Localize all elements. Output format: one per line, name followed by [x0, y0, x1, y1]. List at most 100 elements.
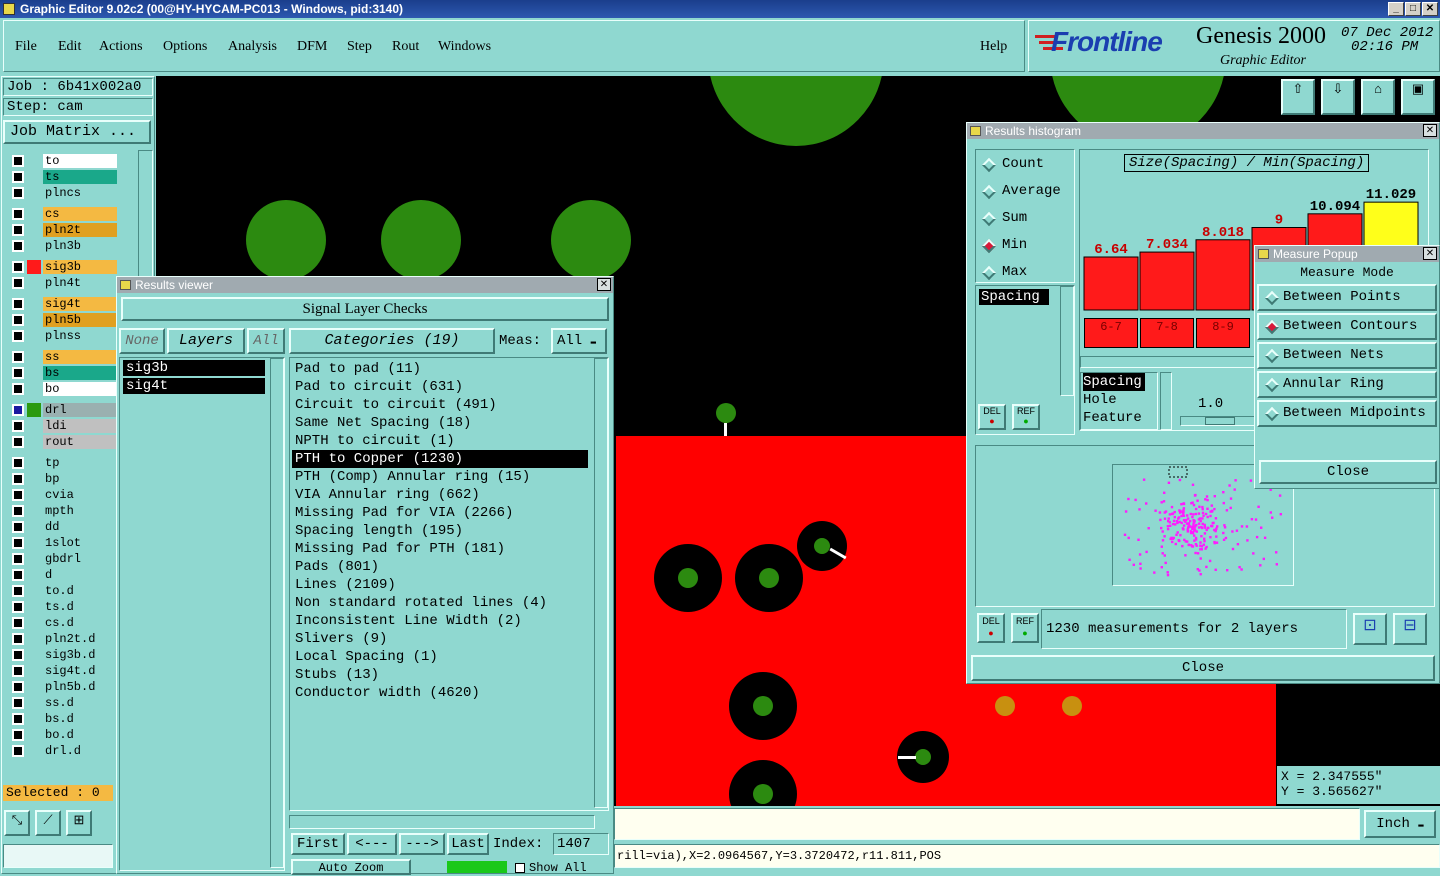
last-button[interactable]: Last	[447, 833, 489, 855]
layer-results-list[interactable]: sig3b sig4t	[119, 357, 285, 871]
histogram-close-button[interactable]: Close	[971, 655, 1435, 681]
radio-indicator[interactable]	[1264, 319, 1280, 335]
layer-row-sig3b[interactable]: sig3b	[7, 260, 117, 274]
layer-checkbox[interactable]	[12, 404, 24, 416]
field-list[interactable]: Spacing DEL ● REF ●	[975, 285, 1075, 435]
layer-color-swatch[interactable]	[27, 456, 41, 470]
category-item[interactable]: Local Spacing (1)	[292, 648, 588, 666]
window-menu-icon[interactable]	[1258, 249, 1269, 259]
layer-color-swatch[interactable]	[27, 600, 41, 614]
layer-row-bs.d[interactable]: bs.d	[7, 712, 117, 726]
layer-row-rout[interactable]: rout	[7, 435, 117, 449]
layer-row-drl[interactable]: drl	[7, 403, 117, 417]
view-box-marker[interactable]	[1168, 466, 1188, 478]
layer-name[interactable]: tp	[43, 456, 117, 470]
layer-color-swatch[interactable]	[27, 313, 41, 327]
layer-checkbox[interactable]	[12, 553, 24, 565]
layer-row-pln4t[interactable]: pln4t	[7, 276, 117, 290]
layer-color-swatch[interactable]	[27, 568, 41, 582]
layer-row-d[interactable]: d	[7, 568, 117, 582]
layer-name[interactable]: rout	[43, 435, 117, 449]
layer-name[interactable]: drl.d	[43, 744, 117, 758]
layer-color-swatch[interactable]	[27, 223, 41, 237]
layer-row-sig3b.d[interactable]: sig3b.d	[7, 648, 117, 662]
layer-color-swatch[interactable]	[27, 403, 41, 417]
command-input[interactable]	[614, 808, 1360, 840]
layer-color-swatch[interactable]	[27, 712, 41, 726]
layer-color-swatch[interactable]	[27, 329, 41, 343]
layer-name[interactable]: pln4t	[43, 276, 117, 290]
download-icon[interactable]: ⇩	[1321, 79, 1355, 115]
minimize-button[interactable]: _	[1388, 2, 1404, 16]
scale-slider[interactable]	[1180, 416, 1264, 426]
first-button[interactable]: First	[291, 833, 345, 855]
layer-row-1slot[interactable]: 1slot	[7, 536, 117, 550]
layer-color-swatch[interactable]	[27, 520, 41, 534]
category-item[interactable]: Stubs (13)	[292, 666, 588, 684]
ref-button[interactable]: REF ●	[1011, 613, 1039, 643]
layer-name[interactable]: plnss	[43, 329, 117, 343]
list-item[interactable]: sig4t	[123, 378, 265, 394]
layer-color-swatch[interactable]	[27, 239, 41, 253]
histogram-bar[interactable]	[1083, 256, 1139, 311]
mode-min-radio[interactable]: Min	[976, 237, 1072, 255]
layer-checkbox[interactable]	[12, 601, 24, 613]
layer-name[interactable]: 1slot	[43, 536, 117, 550]
layer-name[interactable]: ts	[43, 170, 117, 184]
mode-count-radio[interactable]: Count	[976, 156, 1072, 174]
layer-name[interactable]: ss	[43, 350, 117, 364]
category-item[interactable]: PTH (Comp) Annular ring (15)	[292, 468, 588, 486]
radio-indicator[interactable]	[981, 184, 997, 200]
layer-color-swatch[interactable]	[27, 382, 41, 396]
layer-color-swatch[interactable]	[27, 186, 41, 200]
layer-row-cvia[interactable]: cvia	[7, 488, 117, 502]
layer-color-swatch[interactable]	[27, 536, 41, 550]
radio-indicator[interactable]	[1264, 290, 1280, 306]
layer-row-bo[interactable]: bo	[7, 382, 117, 396]
layer-color-swatch[interactable]	[27, 584, 41, 598]
layer-checkbox[interactable]	[12, 569, 24, 581]
layer-color-swatch[interactable]	[27, 648, 41, 662]
menu-analysis[interactable]: Analysis	[228, 39, 277, 55]
layer-checkbox[interactable]	[12, 383, 24, 395]
layer-color-swatch[interactable]	[27, 154, 41, 168]
category-item[interactable]: NPTH to circuit (1)	[292, 432, 588, 450]
zoom-fit-icon[interactable]: ⊡	[1353, 613, 1387, 645]
menu-actions[interactable]: Actions	[99, 39, 143, 55]
field-scrollbar[interactable]	[1060, 286, 1074, 396]
layer-name[interactable]: gbdrl	[43, 552, 117, 566]
layer-color-swatch[interactable]	[27, 419, 41, 433]
ref-button[interactable]: REF ●	[1012, 404, 1040, 430]
measure-mode-between-contours[interactable]: Between Contours	[1257, 313, 1437, 340]
measure-mode-between-nets[interactable]: Between Nets	[1257, 342, 1437, 369]
layer-row-ss.d[interactable]: ss.d	[7, 696, 117, 710]
mode-sum-radio[interactable]: Sum	[976, 210, 1072, 228]
categories-button[interactable]: Categories (19)	[289, 328, 495, 354]
layer-name[interactable]: to.d	[43, 584, 117, 598]
layer-name[interactable]: pln2t	[43, 223, 117, 237]
layer-checkbox[interactable]	[12, 224, 24, 236]
auto-zoom-dropdown[interactable]: Auto Zoom	[291, 859, 411, 875]
show-all-checkbox[interactable]	[515, 863, 525, 873]
menu-help[interactable]: Help	[980, 39, 1007, 55]
category-item[interactable]: Lines (2109)	[292, 576, 588, 594]
layer-checkbox[interactable]	[12, 420, 24, 432]
layer-checkbox[interactable]	[12, 665, 24, 677]
categories-hscrollbar[interactable]	[289, 815, 595, 829]
del-button[interactable]: DEL ●	[977, 613, 1005, 643]
left-input-field[interactable]	[3, 844, 113, 868]
menu-rout[interactable]: Rout	[392, 39, 419, 55]
measure-tool-icon[interactable]: ⟋	[35, 810, 61, 836]
layer-color-swatch[interactable]	[27, 207, 41, 221]
layer-checkbox[interactable]	[12, 171, 24, 183]
layer-row-tp[interactable]: tp	[7, 456, 117, 470]
radio-indicator[interactable]	[981, 238, 997, 254]
layer-checkbox[interactable]	[12, 261, 24, 273]
menu-windows[interactable]: Windows	[438, 39, 491, 55]
none-button[interactable]: None	[119, 328, 165, 354]
layer-checkbox[interactable]	[12, 351, 24, 363]
layer-name[interactable]: ss.d	[43, 696, 117, 710]
window-icon[interactable]: ▣	[1401, 79, 1435, 115]
layer-color-swatch[interactable]	[27, 664, 41, 678]
layer-color-swatch[interactable]	[27, 680, 41, 694]
